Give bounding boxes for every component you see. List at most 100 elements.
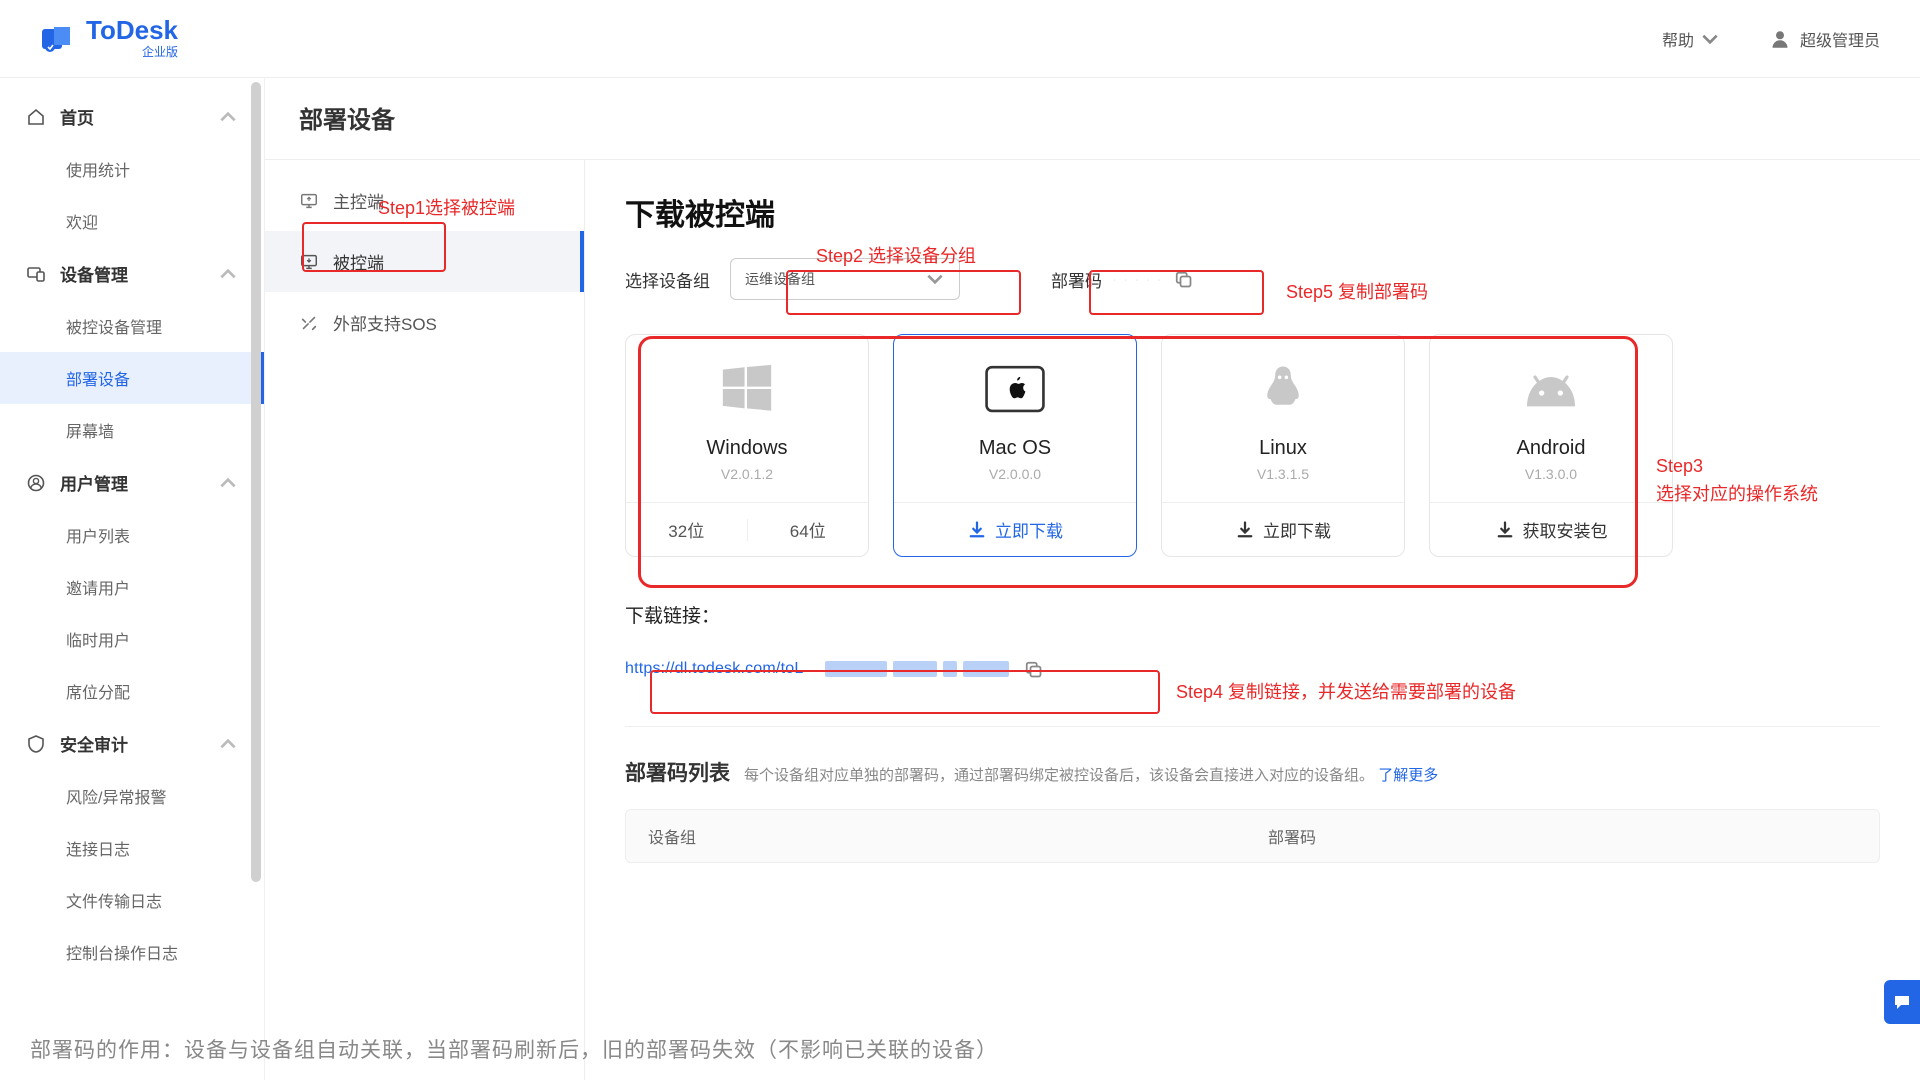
nav-item-usage[interactable]: 使用统计 xyxy=(0,143,264,195)
os-name: Android xyxy=(1517,437,1586,460)
nav-item-screenwall[interactable]: 屏幕墙 xyxy=(0,404,264,456)
download-label: 获取安装包 xyxy=(1523,517,1608,542)
user-name: 超级管理员 xyxy=(1800,27,1880,51)
tools-icon xyxy=(299,313,319,333)
os-name: Linux xyxy=(1259,437,1307,460)
logo-icon xyxy=(40,25,76,53)
sidebar-scrollbar[interactable] xyxy=(251,78,261,1080)
copy-icon[interactable] xyxy=(1023,659,1043,679)
devices-icon xyxy=(26,264,46,284)
os-name: Mac OS xyxy=(979,437,1051,460)
chevron-up-icon xyxy=(218,107,238,127)
download-64bit-button[interactable]: 64位 xyxy=(748,517,869,542)
os-card-linux[interactable]: Linux V1.3.1.5 立即下载 xyxy=(1161,334,1405,557)
os-card-android[interactable]: Android V1.3.0.0 获取安装包 xyxy=(1429,334,1673,557)
nav-item-risk-alert[interactable]: 风险/异常报警 xyxy=(0,770,264,822)
nav-item-seat-alloc[interactable]: 席位分配 xyxy=(0,665,264,717)
apple-icon xyxy=(981,359,1049,419)
os-name: Windows xyxy=(706,437,787,460)
device-group-select[interactable]: 运维设备组 xyxy=(730,258,960,300)
user-menu[interactable]: 超级管理员 xyxy=(1770,27,1880,51)
get-package-button[interactable]: 获取安装包 xyxy=(1495,517,1608,542)
download-link-label: 下载链接： xyxy=(625,601,1880,628)
learn-more-link[interactable]: 了解更多 xyxy=(1378,767,1438,784)
os-version: V1.3.1.5 xyxy=(1257,466,1309,482)
logo-edition: 企业版 xyxy=(86,43,178,60)
nav-group-home[interactable]: 首页 xyxy=(0,90,264,143)
os-card-windows[interactable]: Windows V2.0.1.2 32位 64位 xyxy=(625,334,869,557)
tab-label: 被控端 xyxy=(333,249,384,274)
nav-item-controlled-devices[interactable]: 被控设备管理 xyxy=(0,300,264,352)
deploy-list-subtitle: 每个设备组对应单独的部署码，通过部署码绑定被控设备后，该设备会直接进入对应的设备… xyxy=(744,764,1438,785)
select-value: 运维设备组 xyxy=(745,269,815,289)
nav-item-invite-user[interactable]: 邀请用户 xyxy=(0,561,264,613)
nav-item-file-log[interactable]: 文件传输日志 xyxy=(0,874,264,926)
download-label: 立即下载 xyxy=(1263,517,1331,542)
home-icon xyxy=(26,107,46,127)
user-icon xyxy=(1770,29,1790,49)
tab-label: 外部支持SOS xyxy=(333,310,437,335)
download-icon xyxy=(1495,520,1515,540)
os-version: V1.3.0.0 xyxy=(1525,466,1577,482)
main-panel: 下载被控端 选择设备组 运维设备组 部署码 · · · · · xyxy=(585,160,1920,1080)
content: 部署设备 主控端 被控端 外部支持SOS xyxy=(265,78,1920,1080)
help-menu[interactable]: 帮助 xyxy=(1662,27,1720,51)
chat-fab[interactable] xyxy=(1884,980,1920,1024)
chevron-up-icon xyxy=(218,734,238,754)
tab-controller[interactable]: 主控端 xyxy=(265,170,584,231)
download-button[interactable]: 立即下载 xyxy=(967,517,1063,542)
nav-item-deploy[interactable]: 部署设备 xyxy=(0,352,264,404)
nav-group-users[interactable]: 用户管理 xyxy=(0,456,264,509)
nav-group-audit[interactable]: 安全审计 xyxy=(0,717,264,770)
header: ToDesk 企业版 帮助 超级管理员 xyxy=(0,0,1920,78)
page-title: 部署设备 xyxy=(265,78,1920,143)
deploy-code-label: 部署码 xyxy=(1051,267,1102,292)
redacted-mask xyxy=(825,661,1009,677)
card-footer: 立即下载 xyxy=(1162,502,1404,556)
windows-icon xyxy=(713,359,781,419)
logo[interactable]: ToDesk 企业版 xyxy=(40,17,178,60)
download-label: 立即下载 xyxy=(995,517,1063,542)
linux-icon xyxy=(1249,359,1317,419)
nav-item-user-list[interactable]: 用户列表 xyxy=(0,509,264,561)
copy-icon[interactable] xyxy=(1173,269,1193,289)
android-icon xyxy=(1517,359,1585,419)
tab-sos[interactable]: 外部支持SOS xyxy=(265,292,584,353)
nav-group-devices[interactable]: 设备管理 xyxy=(0,247,264,300)
chevron-up-icon xyxy=(218,264,238,284)
logo-text: ToDesk xyxy=(86,17,178,43)
table-header: 设备组 部署码 xyxy=(625,809,1880,863)
card-footer: 32位 64位 xyxy=(626,502,868,556)
chevron-up-icon xyxy=(218,473,238,493)
download-32bit-button[interactable]: 32位 xyxy=(626,517,747,542)
card-footer: 立即下载 xyxy=(894,502,1136,556)
download-link: https://dl.todesk.com/toL xyxy=(625,648,1145,690)
nav-item-conn-log[interactable]: 连接日志 xyxy=(0,822,264,874)
download-button[interactable]: 立即下载 xyxy=(1235,517,1331,542)
users-icon xyxy=(26,473,46,493)
download-icon xyxy=(967,520,987,540)
chevron-down-icon xyxy=(1700,29,1720,49)
group-label: 选择设备组 xyxy=(625,267,710,292)
shield-icon xyxy=(26,734,46,754)
os-version: V2.0.1.2 xyxy=(721,466,773,482)
download-icon xyxy=(1235,520,1255,540)
monitor-in-icon xyxy=(299,252,319,272)
sidebar: 首页 使用统计 欢迎 设备管理 被控设备管理 部署设备 屏幕墙 xyxy=(0,78,265,1080)
os-card-macos[interactable]: Mac OS V2.0.0.0 立即下载 xyxy=(893,334,1137,557)
monitor-out-icon xyxy=(299,191,319,211)
os-version: V2.0.0.0 xyxy=(989,466,1041,482)
deploy-list-title: 部署码列表 xyxy=(625,757,730,787)
nav-group-label: 安全审计 xyxy=(60,731,128,756)
nav-group-label: 首页 xyxy=(60,104,94,129)
deploy-code-value: · · · · · xyxy=(1112,271,1163,288)
nav-group-label: 用户管理 xyxy=(60,470,128,495)
card-footer: 获取安装包 xyxy=(1430,502,1672,556)
tab-controlled[interactable]: 被控端 xyxy=(265,231,584,292)
nav-item-temp-user[interactable]: 临时用户 xyxy=(0,613,264,665)
nav-item-console-log[interactable]: 控制台操作日志 xyxy=(0,926,264,978)
tab-label: 主控端 xyxy=(333,188,384,213)
help-label: 帮助 xyxy=(1662,27,1694,51)
download-link-url[interactable]: https://dl.todesk.com/toL xyxy=(625,660,803,678)
nav-item-welcome[interactable]: 欢迎 xyxy=(0,195,264,247)
